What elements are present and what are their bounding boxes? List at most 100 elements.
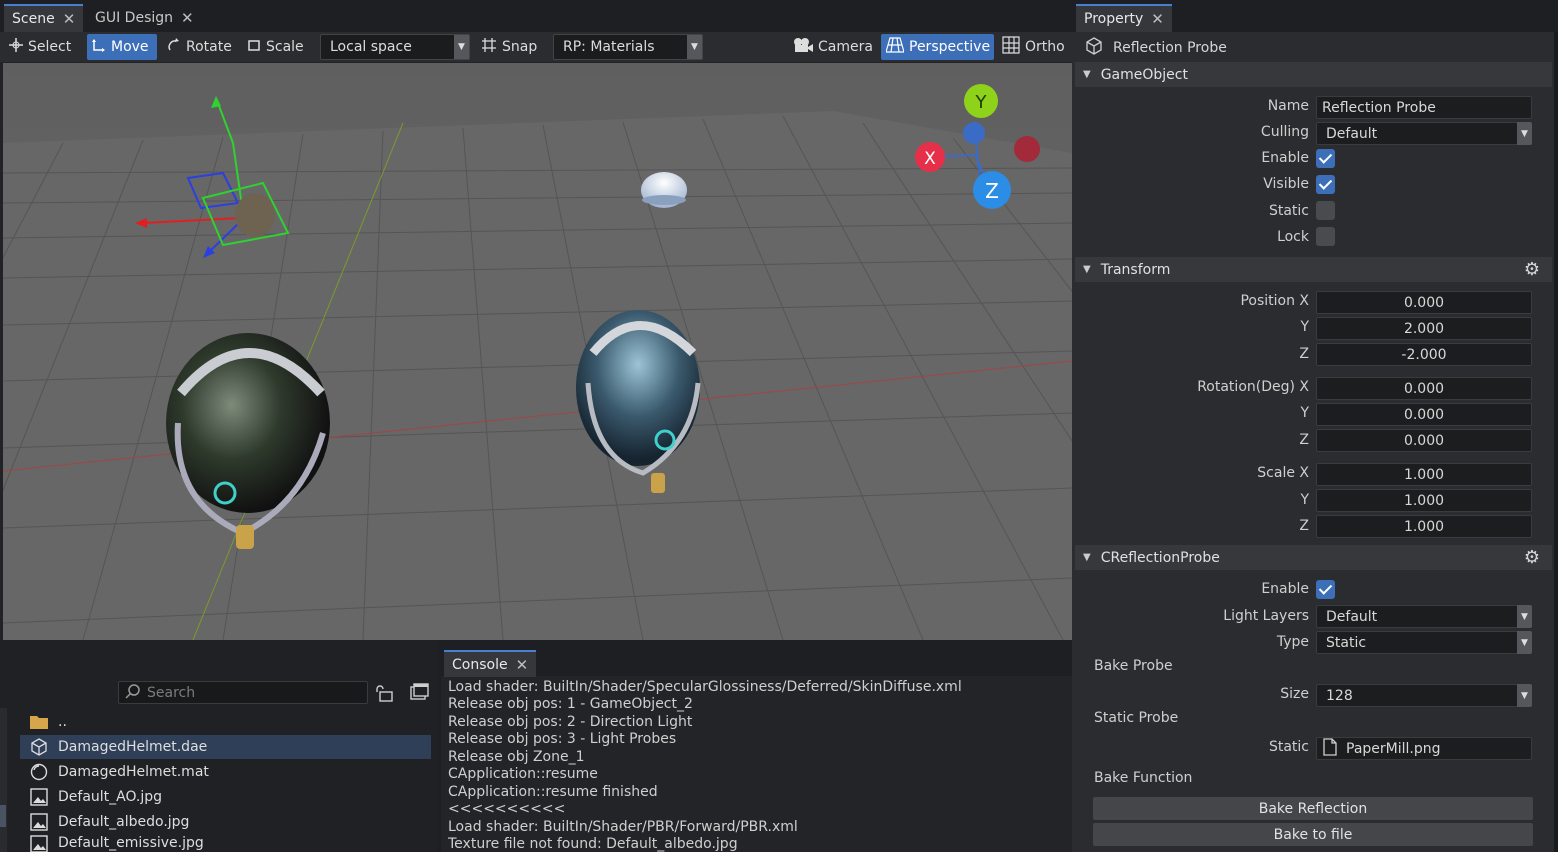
name-label: Name <box>1267 98 1309 114</box>
image-icon <box>30 835 48 852</box>
console-line: Release obj pos: 3 - Light Probes <box>448 731 677 747</box>
culling-dropdown[interactable]: Default ▼ <box>1316 122 1532 145</box>
close-icon[interactable]: ✕ <box>516 656 529 674</box>
position-x-field[interactable]: 0.000 <box>1316 291 1532 314</box>
probe-enable-label: Enable <box>1261 581 1309 597</box>
scene-viewport[interactable]: Y X Z <box>3 63 1072 640</box>
probe-enable-checkbox[interactable] <box>1316 580 1335 599</box>
perspective-button[interactable]: Perspective <box>881 34 994 60</box>
file-name: DamagedHelmet.mat <box>58 764 209 780</box>
unlock-icon[interactable] <box>374 684 394 706</box>
file-name: Default_AO.jpg <box>58 789 163 805</box>
axis-z-label: Z <box>985 179 999 203</box>
static-texture-label: Static <box>1268 739 1309 755</box>
space-dropdown[interactable]: Local space ▼ <box>320 34 470 60</box>
close-icon[interactable]: ✕ <box>1151 10 1164 28</box>
visible-checkbox[interactable] <box>1316 175 1335 194</box>
object-title: Reflection Probe <box>1113 40 1227 56</box>
bake-probe-heading: Bake Probe <box>1094 658 1173 674</box>
chevron-down-icon: ▼ <box>1517 122 1532 145</box>
list-item[interactable]: Default_AO.jpg <box>20 785 431 809</box>
ortho-grid-icon <box>1002 36 1020 58</box>
render-path-value: RP: Materials <box>563 39 655 55</box>
console-line: Release obj pos: 2 - Direction Light <box>448 714 693 730</box>
perspective-grid-icon <box>885 37 905 57</box>
camera-icon <box>793 37 813 57</box>
move-icon <box>92 38 106 56</box>
section-title: GameObject <box>1100 66 1188 83</box>
enable-checkbox[interactable] <box>1316 149 1335 168</box>
list-item[interactable]: Default_albedo.jpg <box>20 810 431 834</box>
console-line: CApplication::resume <box>448 766 598 782</box>
tab-property-label: Property <box>1084 11 1144 27</box>
select-label: Select <box>28 39 72 55</box>
perspective-label: Perspective <box>909 39 991 55</box>
light-layers-value: Default <box>1326 608 1378 625</box>
rotate-button[interactable]: Rotate <box>162 34 237 60</box>
section-reflection-probe[interactable]: ▼ CReflectionProbe ⚙ <box>1075 545 1552 570</box>
rotation-z-field[interactable]: 0.000 <box>1316 429 1532 452</box>
ortho-button[interactable]: Ortho <box>997 34 1070 60</box>
axis-y-label: Y <box>975 92 988 113</box>
name-field[interactable]: Reflection Probe <box>1316 96 1532 119</box>
image-icon <box>30 813 48 831</box>
rotation-y-field[interactable]: 0.000 <box>1316 403 1532 426</box>
position-z-field[interactable]: -2.000 <box>1316 343 1532 366</box>
render-path-dropdown[interactable]: RP: Materials ▼ <box>553 34 703 60</box>
close-icon[interactable]: ✕ <box>63 10 76 28</box>
light-layers-dropdown[interactable]: Default ▼ <box>1316 605 1532 628</box>
rotation-x-field[interactable]: 0.000 <box>1316 377 1532 400</box>
material-icon <box>30 763 48 781</box>
snap-button[interactable]: Snap <box>476 34 542 60</box>
close-icon[interactable]: ✕ <box>181 9 194 27</box>
position-y-field[interactable]: 2.000 <box>1316 317 1532 340</box>
list-item[interactable]: Default_emissive.jpg <box>20 835 431 852</box>
tab-gui-design[interactable]: GUI Design ✕ <box>87 4 202 32</box>
scale-z-label: Z <box>1299 518 1309 534</box>
search-icon <box>125 683 141 703</box>
section-gameobject[interactable]: ▼ GameObject <box>1075 62 1552 87</box>
list-item[interactable]: DamagedHelmet.dae <box>20 735 431 759</box>
lock-label: Lock <box>1277 229 1309 245</box>
scale-icon <box>247 38 261 56</box>
triangle-down-icon: ▼ <box>1083 552 1091 563</box>
select-button[interactable]: Select <box>4 34 76 60</box>
bake-to-file-button[interactable]: Bake to file <box>1093 823 1533 846</box>
axis-x-label: X <box>924 149 936 169</box>
list-item[interactable]: .. <box>20 710 431 734</box>
folder-icon <box>30 713 48 731</box>
chevron-down-icon: ▼ <box>1517 605 1532 628</box>
type-dropdown[interactable]: Static ▼ <box>1316 631 1532 654</box>
scale-button[interactable]: Scale <box>242 34 309 60</box>
assets-scroll-handle[interactable] <box>0 805 6 827</box>
lock-checkbox[interactable] <box>1316 227 1335 246</box>
reflection-probe-sphere[interactable] <box>641 172 687 208</box>
tab-console[interactable]: Console ✕ <box>444 650 537 677</box>
scale-label: Scale <box>266 39 304 55</box>
file-name: DamagedHelmet.dae <box>58 739 208 755</box>
size-dropdown[interactable]: 128 ▼ <box>1316 684 1532 707</box>
scale-y-field[interactable]: 1.000 <box>1316 489 1532 512</box>
tab-scene[interactable]: Scene ✕ <box>4 4 84 32</box>
gear-icon[interactable]: ⚙ <box>1524 547 1540 568</box>
section-title: CReflectionProbe <box>1100 549 1220 566</box>
scale-z-field[interactable]: 1.000 <box>1316 515 1532 538</box>
position-z-label: Z <box>1299 346 1309 362</box>
gear-icon[interactable]: ⚙ <box>1524 259 1540 280</box>
window-icon[interactable] <box>409 683 429 705</box>
search-input[interactable]: Search <box>118 681 368 704</box>
position-y-label: Y <box>1300 319 1309 335</box>
move-button[interactable]: Move <box>87 34 157 60</box>
static-texture-field[interactable]: PaperMill.png <box>1316 737 1532 760</box>
camera-button[interactable]: Camera <box>788 34 878 60</box>
scale-x-field[interactable]: 1.000 <box>1316 463 1532 486</box>
tab-property[interactable]: Property ✕ <box>1076 4 1172 32</box>
bake-reflection-button[interactable]: Bake Reflection <box>1093 797 1533 820</box>
crosshair-icon <box>9 38 23 56</box>
static-checkbox[interactable] <box>1316 201 1335 220</box>
rotate-icon <box>167 38 181 56</box>
section-transform[interactable]: ▼ Transform ⚙ <box>1075 257 1552 282</box>
property-scrollbar[interactable] <box>1554 32 1558 852</box>
list-item[interactable]: DamagedHelmet.mat <box>20 760 431 784</box>
rotation-x-label: Rotation(Deg) X <box>1197 379 1309 395</box>
